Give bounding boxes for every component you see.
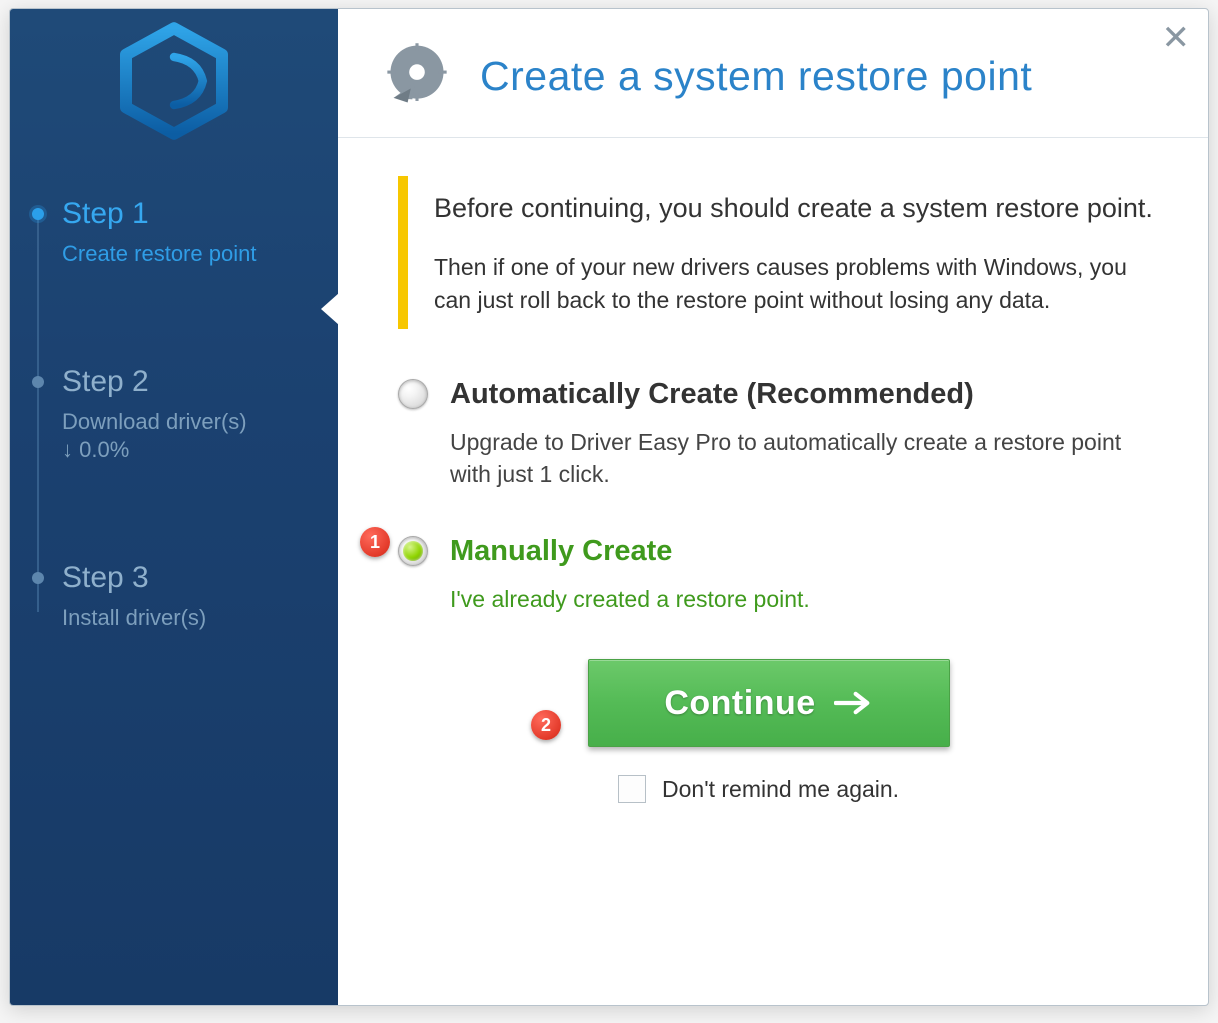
page-title: Create a system restore point — [480, 53, 1032, 100]
step-2: Step 2 Download driver(s) ↓ 0.0% — [32, 364, 338, 465]
main-panel: Create a system restore point Before con… — [338, 9, 1208, 1005]
restore-point-icon — [378, 37, 456, 115]
option-auto-label: Automatically Create (Recommended) — [450, 377, 1168, 412]
step-title: Step 1 — [62, 196, 338, 232]
dont-remind-checkbox[interactable] — [618, 775, 646, 803]
action-area: Continue Don't remind me again. — [588, 659, 1168, 803]
step-dot-icon — [32, 208, 44, 220]
step-3: Step 3 Install driver(s) — [32, 560, 338, 633]
option-manual[interactable]: Manually Create I've already created a r… — [398, 534, 1168, 615]
option-auto-desc: Upgrade to Driver Easy Pro to automatica… — [450, 426, 1168, 490]
option-manual-desc: I've already created a restore point. — [450, 583, 810, 615]
intro-block: Before continuing, you should create a s… — [398, 176, 1168, 329]
option-auto[interactable]: Automatically Create (Recommended) Upgra… — [398, 377, 1168, 490]
step-title: Step 2 — [62, 364, 338, 400]
radio-manual[interactable] — [398, 536, 428, 566]
step-subtitle: Download driver(s) ↓ 0.0% — [62, 408, 338, 465]
dont-remind-row: Don't remind me again. — [618, 775, 1168, 803]
dialog-window: ✕ Step 1 Cre — [9, 8, 1209, 1006]
radio-auto[interactable] — [398, 379, 428, 409]
continue-button-label: Continue — [664, 684, 815, 723]
content-area: Before continuing, you should create a s… — [338, 138, 1208, 803]
annotation-marker-2: 2 — [531, 710, 561, 740]
arrow-right-icon — [834, 689, 874, 717]
intro-text-2: Then if one of your new drivers causes p… — [434, 251, 1168, 318]
annotation-marker-1: 1 — [360, 527, 390, 557]
main-header: Create a system restore point — [338, 9, 1208, 138]
step-1: Step 1 Create restore point — [32, 196, 338, 269]
dont-remind-label: Don't remind me again. — [662, 776, 899, 803]
sidebar: Step 1 Create restore point Step 2 Downl… — [10, 9, 338, 1005]
continue-button[interactable]: Continue — [588, 659, 950, 747]
step-subtitle: Create restore point — [62, 240, 338, 269]
step-title: Step 3 — [62, 560, 338, 596]
step-list: Step 1 Create restore point Step 2 Downl… — [32, 196, 338, 632]
hexagon-logo-icon — [114, 21, 234, 141]
app-logo — [10, 21, 338, 196]
active-step-arrow-icon — [321, 293, 339, 325]
intro-text-1: Before continuing, you should create a s… — [434, 188, 1168, 229]
step-dot-icon — [32, 572, 44, 584]
step-dot-icon — [32, 376, 44, 388]
option-manual-label: Manually Create — [450, 534, 810, 569]
step-subtitle: Install driver(s) — [62, 604, 338, 633]
